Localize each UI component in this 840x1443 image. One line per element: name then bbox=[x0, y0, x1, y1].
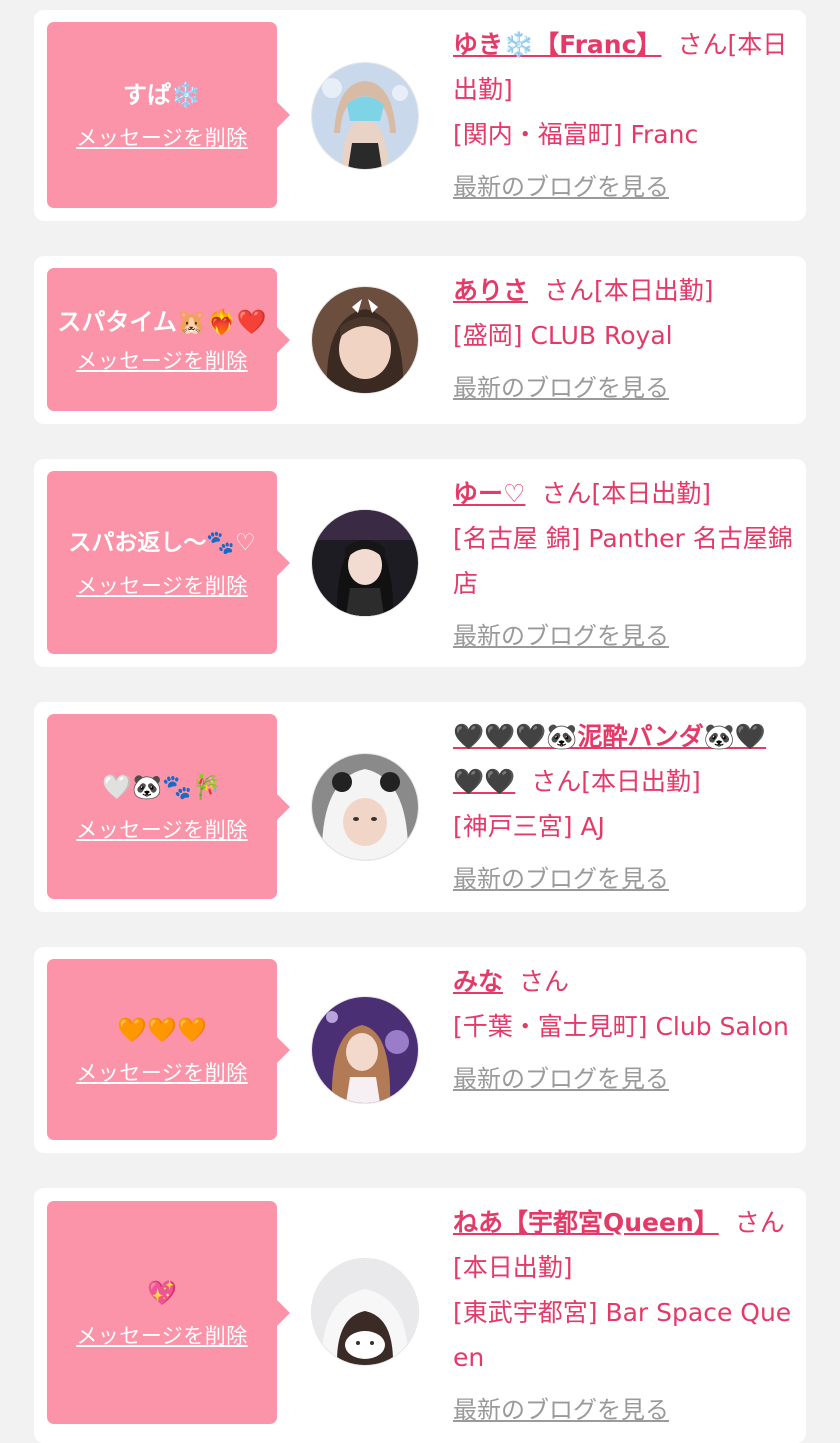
avatar-photo-icon bbox=[312, 754, 418, 860]
delete-message-link[interactable]: メッセージを削除 bbox=[76, 1057, 248, 1087]
message-card: 🤍🐼🐾🎋 メッセージを削除 🖤🖤🖤🐼泥酔パンダ🐼🖤🖤🖤 さん[本日出勤] [神戸三… bbox=[34, 702, 806, 912]
view-blog-link[interactable]: 最新のブログを見る bbox=[453, 1057, 669, 1102]
message-text: 🤍🐼🐾🎋 bbox=[102, 772, 222, 801]
shop-info: [関内・福富町] Franc bbox=[453, 120, 699, 149]
message-bubble: 🤍🐼🐾🎋 メッセージを削除 bbox=[47, 714, 290, 899]
message-text: すぱ❄️ bbox=[123, 81, 201, 109]
sender-info: みな さん [千葉・富士見町] Club Salon 最新のブログを見る bbox=[453, 959, 793, 1102]
sender-info: ゆき❄️【Franc】 さん[本日出勤] [関内・福富町] Franc 最新のブロ… bbox=[453, 22, 793, 210]
delete-message-link[interactable]: メッセージを削除 bbox=[76, 122, 248, 152]
honorific: さん bbox=[677, 30, 728, 59]
shop-info: [神戸三宮] AJ bbox=[453, 812, 605, 841]
shop-info: [東武宇都宮] Bar Space Queen bbox=[453, 1298, 792, 1372]
sender-name-link[interactable]: ありさ bbox=[453, 276, 528, 305]
view-blog-link[interactable]: 最新のブログを見る bbox=[453, 1388, 669, 1433]
view-blog-link[interactable]: 最新のブログを見る bbox=[453, 366, 669, 411]
shop-info: [名古屋 錦] Panther 名古屋錦店 bbox=[453, 524, 793, 598]
sender-info: 🖤🖤🖤🐼泥酔パンダ🐼🖤🖤🖤 さん[本日出勤] [神戸三宮] AJ 最新のブログを見… bbox=[453, 714, 793, 902]
avatar[interactable] bbox=[312, 510, 418, 616]
delete-message-link[interactable]: メッセージを削除 bbox=[76, 570, 248, 600]
sender-name-link[interactable]: ゆー♡ bbox=[453, 479, 525, 508]
work-status: [本日出勤] bbox=[581, 767, 701, 796]
message-text: 🧡🧡🧡 bbox=[117, 1015, 207, 1044]
delete-message-link[interactable]: メッセージを削除 bbox=[76, 814, 248, 844]
view-blog-link[interactable]: 最新のブログを見る bbox=[453, 614, 669, 659]
message-card: すぱ❄️ メッセージを削除 ゆき❄️【Franc】 さん[本日出勤] [関内・福富… bbox=[34, 10, 806, 221]
view-blog-link[interactable]: 最新のブログを見る bbox=[453, 165, 669, 210]
message-text: スパタイム🐹❤️‍🔥❤️ bbox=[57, 307, 267, 336]
avatar[interactable] bbox=[312, 997, 418, 1103]
shop-info: [盛岡] CLUB Royal bbox=[453, 321, 673, 350]
sender-info: ねあ【宇都宮Queen】 さん [本日出勤] [東武宇都宮] Bar Space Q… bbox=[453, 1200, 793, 1433]
sender-name-link[interactable]: ゆき❄️【Franc】 bbox=[453, 30, 661, 59]
message-card: スパタイム🐹❤️‍🔥❤️ メッセージを削除 ありさ さん[本日出勤] [盛岡] C… bbox=[34, 256, 806, 424]
honorific: さん bbox=[734, 1208, 785, 1237]
message-text: スパお返し〜🐾♡ bbox=[68, 529, 256, 556]
message-bubble: スパお返し〜🐾♡ メッセージを削除 bbox=[47, 471, 290, 654]
avatar-photo-icon bbox=[312, 63, 418, 169]
sender-name-link[interactable]: ねあ【宇都宮Queen】 bbox=[453, 1208, 719, 1237]
sender-info: ありさ さん[本日出勤] [盛岡] CLUB Royal 最新のブログを見る bbox=[453, 268, 793, 411]
avatar-photo-icon bbox=[312, 287, 418, 393]
work-status: [本日出勤] bbox=[591, 479, 711, 508]
avatar[interactable] bbox=[312, 287, 418, 393]
avatar-photo-icon bbox=[312, 1259, 418, 1365]
honorific: さん bbox=[519, 967, 570, 996]
avatar[interactable] bbox=[312, 63, 418, 169]
message-text: 💖 bbox=[147, 1278, 177, 1307]
work-status: [本日出勤] bbox=[453, 1253, 573, 1282]
message-bubble: スパタイム🐹❤️‍🔥❤️ メッセージを削除 bbox=[47, 268, 290, 411]
avatar-photo-icon bbox=[312, 997, 418, 1103]
delete-message-link[interactable]: メッセージを削除 bbox=[76, 345, 248, 375]
sender-name-link[interactable]: みな bbox=[453, 967, 503, 996]
message-bubble: 💖 メッセージを削除 bbox=[47, 1201, 290, 1424]
message-card: 💖 メッセージを削除 ねあ【宇都宮Queen】 さん [本日出勤] [東武宇都宮] … bbox=[34, 1188, 806, 1443]
delete-message-link[interactable]: メッセージを削除 bbox=[76, 1320, 248, 1350]
honorific: さん bbox=[531, 767, 582, 796]
message-card: スパお返し〜🐾♡ メッセージを削除 ゆー♡ さん[本日出勤] [名古屋 錦] Pa… bbox=[34, 459, 806, 667]
avatar-photo-icon bbox=[312, 510, 418, 616]
view-blog-link[interactable]: 最新のブログを見る bbox=[453, 857, 669, 902]
message-bubble: 🧡🧡🧡 メッセージを削除 bbox=[47, 959, 290, 1140]
avatar[interactable] bbox=[312, 1259, 418, 1365]
honorific: さん bbox=[541, 479, 592, 508]
work-status: [本日出勤] bbox=[594, 276, 714, 305]
message-bubble: すぱ❄️ メッセージを削除 bbox=[47, 22, 290, 208]
sender-info: ゆー♡ さん[本日出勤] [名古屋 錦] Panther 名古屋錦店 最新のブログ… bbox=[453, 471, 793, 659]
shop-info: [千葉・富士見町] Club Salon bbox=[453, 1012, 789, 1041]
honorific: さん bbox=[544, 276, 595, 305]
message-card: 🧡🧡🧡 メッセージを削除 みな さん [千葉・富士見町] Club Salon 最… bbox=[34, 947, 806, 1153]
avatar[interactable] bbox=[312, 754, 418, 860]
